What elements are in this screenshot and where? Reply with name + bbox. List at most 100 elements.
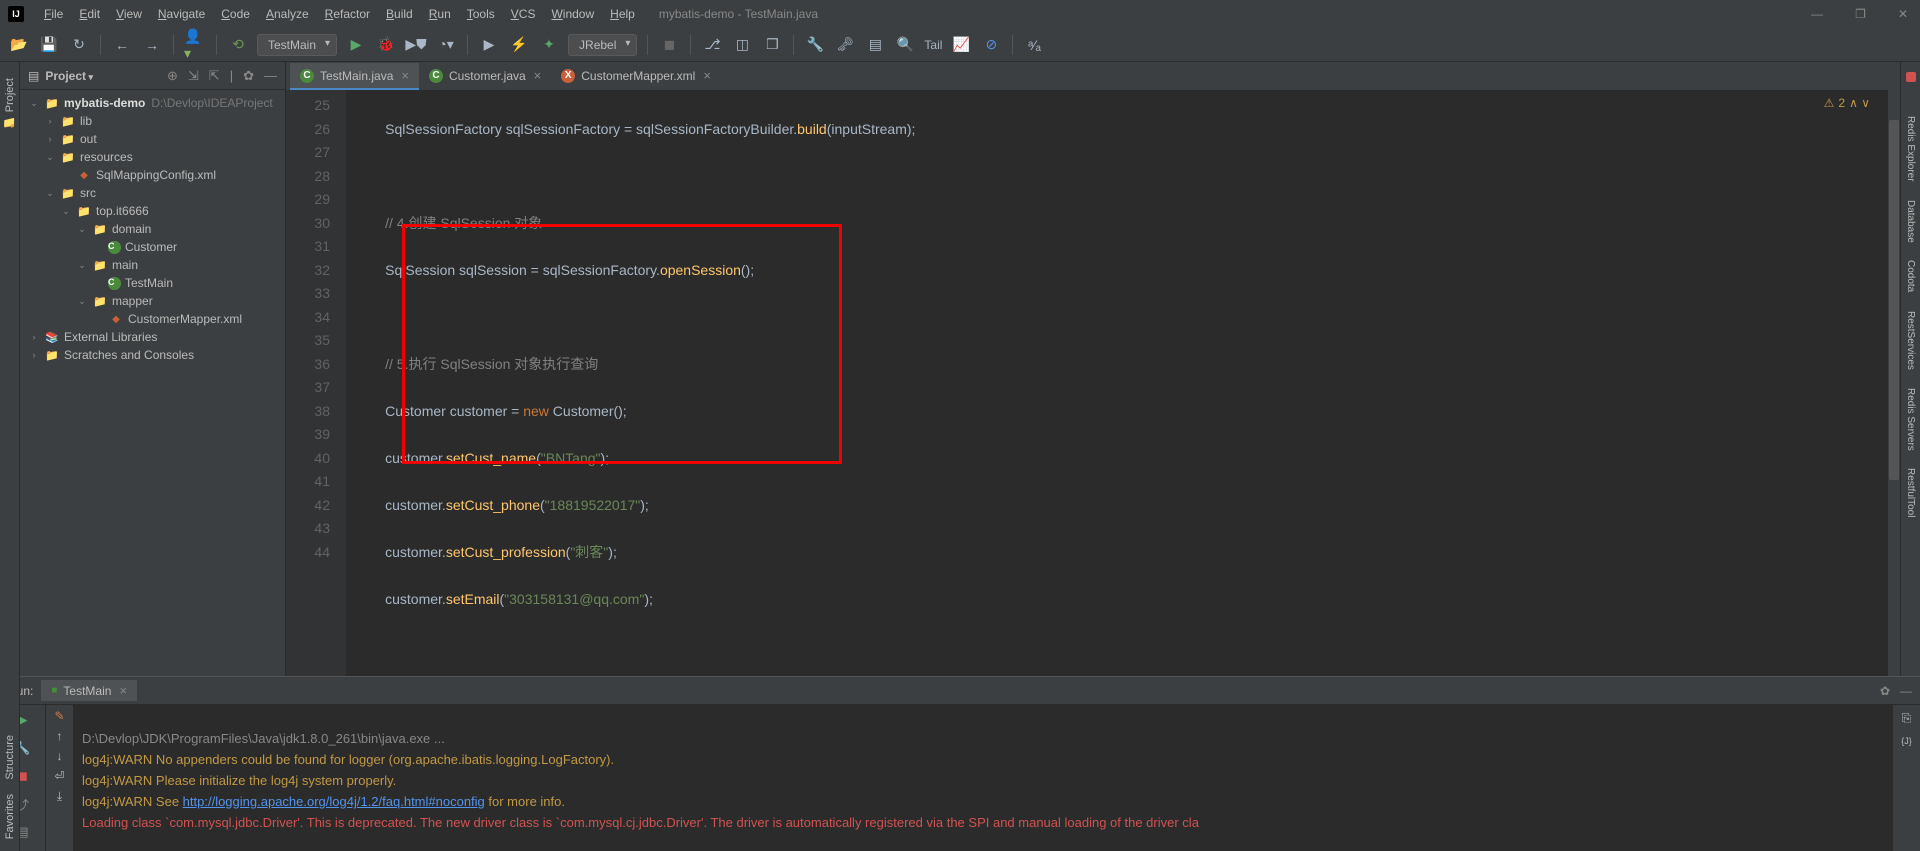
git-icon[interactable]: ⎇ — [701, 34, 723, 56]
target-icon[interactable]: ⊕ — [167, 68, 178, 84]
tree-item[interactable]: ⌄📁mybatis-demoD:\Devlop\IDEAProject — [20, 94, 285, 112]
tree-item[interactable]: ◆SqlMappingConfig.xml — [20, 166, 285, 184]
tree-item[interactable]: ›📁lib — [20, 112, 285, 130]
menu-file[interactable]: File — [36, 3, 71, 25]
tree-item[interactable]: CTestMain — [20, 274, 285, 292]
debug-icon[interactable]: 🐞 — [375, 34, 397, 56]
right-tool-redis-explorer[interactable]: Redis Explorer — [1905, 110, 1916, 188]
forward-icon[interactable]: → — [141, 34, 163, 56]
right-tool-redis-servers[interactable]: Redis Servers — [1905, 382, 1916, 457]
down-icon[interactable]: ↓ — [57, 749, 63, 763]
menu-navigate[interactable]: Navigate — [150, 3, 213, 25]
block-icon[interactable]: ⊘ — [980, 34, 1002, 56]
maximize-button[interactable]: ❐ — [1851, 7, 1870, 21]
tree-item[interactable]: ⌄📁top.it6666 — [20, 202, 285, 220]
tree-item[interactable]: ⌄📁main — [20, 256, 285, 274]
save-icon[interactable]: 💾 — [38, 34, 60, 56]
search-icon[interactable]: 🔍 — [894, 34, 916, 56]
menu-help[interactable]: Help — [602, 3, 643, 25]
menu-run[interactable]: Run — [421, 3, 459, 25]
action1-icon[interactable]: ▶ — [478, 34, 500, 56]
layers-icon[interactable]: ◫ — [731, 34, 753, 56]
edit-icon[interactable]: ✎ — [54, 709, 64, 723]
close-icon[interactable]: × — [534, 68, 542, 83]
tree-item[interactable]: ⌄📁src — [20, 184, 285, 202]
gear-icon[interactable]: ✿ — [1880, 684, 1890, 698]
stop-icon[interactable]: ◼ — [658, 34, 680, 56]
sync-icon[interactable]: ↻ — [68, 34, 90, 56]
editor-body: 2526272829303132333435363738394041424344… — [286, 90, 1900, 676]
menu-refactor[interactable]: Refactor — [317, 3, 378, 25]
close-icon[interactable]: × — [401, 68, 409, 83]
log4j-link[interactable]: http://logging.apache.org/log4j/1.2/faq.… — [183, 794, 485, 809]
console-output[interactable]: D:\Devlop\JDK\ProgramFiles\Java\jdk1.8.0… — [74, 705, 1892, 851]
wrench-icon[interactable]: 🔧 — [804, 34, 826, 56]
menu-analyze[interactable]: Analyze — [258, 3, 317, 25]
run-icon[interactable]: ▶ — [345, 34, 367, 56]
menu-window[interactable]: Window — [543, 3, 602, 25]
menu-tools[interactable]: Tools — [459, 3, 503, 25]
hammer-icon[interactable]: ⟲ — [227, 34, 249, 56]
warning-count[interactable]: 2 ∧ ∨ — [1824, 96, 1870, 110]
menu-vcs[interactable]: VCS — [503, 3, 544, 25]
editor-tab[interactable]: CTestMain.java× — [290, 63, 419, 90]
menu-edit[interactable]: Edit — [71, 3, 108, 25]
settings-icon[interactable]: ✿ — [243, 68, 254, 84]
close-icon[interactable]: × — [703, 68, 711, 83]
minimize-tool-icon[interactable]: — — [1900, 684, 1912, 698]
right-tool-restfultool[interactable]: RestfulTool — [1905, 462, 1916, 523]
editor-scrollbar[interactable] — [1888, 90, 1900, 676]
project-tree[interactable]: ⌄📁mybatis-demoD:\Devlop\IDEAProject›📁lib… — [20, 90, 285, 676]
key-icon[interactable]: 🗝 — [834, 34, 856, 56]
json-icon[interactable]: {J} — [1901, 736, 1912, 746]
tree-item[interactable]: ⌄📁resources — [20, 148, 285, 166]
run-tab[interactable]: ■ TestMain × — [41, 680, 137, 701]
right-tool-database[interactable]: Database — [1905, 194, 1916, 249]
wrap-icon[interactable]: ⏎ — [54, 769, 64, 783]
jrebel-dropdown[interactable]: JRebel — [568, 34, 637, 56]
project-tool-button[interactable]: 📁 Project — [3, 70, 16, 137]
right-tool-restservices[interactable]: RestServices — [1905, 305, 1916, 376]
editor-tab[interactable]: CCustomer.java× — [419, 63, 551, 90]
panel-title[interactable]: Project — [45, 69, 93, 83]
profile-icon[interactable]: ◔▾ — [435, 34, 457, 56]
left-tool-rail: 📁 Project — [0, 62, 20, 676]
tree-item[interactable]: ⌄📁mapper — [20, 292, 285, 310]
favorites-tool-button[interactable]: Favorites — [4, 794, 16, 839]
run-config-dropdown[interactable]: TestMain — [257, 34, 337, 56]
action3-icon[interactable]: ✦ — [538, 34, 560, 56]
code-area[interactable]: SqlSessionFactory sqlSessionFactory = sq… — [346, 90, 1890, 676]
minimize-button[interactable]: — — [1807, 7, 1827, 21]
hide-icon[interactable]: — — [264, 68, 277, 84]
tree-item[interactable]: ◆CustomerMapper.xml — [20, 310, 285, 328]
close-icon[interactable]: × — [119, 683, 127, 698]
chart-icon[interactable]: 📈 — [950, 34, 972, 56]
struct-icon[interactable]: ▤ — [864, 34, 886, 56]
translate-icon[interactable]: ᵃ⁄ₐ — [1023, 34, 1045, 56]
right-tool-codota[interactable]: Codota — [1905, 254, 1916, 298]
collapse-icon[interactable]: ⇱ — [209, 68, 220, 84]
menu-build[interactable]: Build — [378, 3, 421, 25]
tail-label[interactable]: Tail — [924, 34, 942, 56]
tree-item[interactable]: ›📁Scratches and Consoles — [20, 346, 285, 364]
up-icon[interactable]: ↑ — [57, 729, 63, 743]
tree-item[interactable]: ›📚External Libraries — [20, 328, 285, 346]
project-panel-header: ▤ Project ⊕ ⇲ ⇱ | ✿ — — [20, 62, 285, 90]
action2-icon[interactable]: ⚡ — [508, 34, 530, 56]
structure-tool-button[interactable]: Structure — [4, 735, 16, 780]
avatar-icon[interactable]: 👤▾ — [184, 34, 206, 56]
expand-icon[interactable]: ⇲ — [188, 68, 199, 84]
tree-item[interactable]: ⌄📁domain — [20, 220, 285, 238]
tree-item[interactable]: ›📁out — [20, 130, 285, 148]
close-button[interactable]: ✕ — [1894, 7, 1912, 21]
scroll-icon[interactable]: ⤓ — [57, 789, 62, 804]
menu-view[interactable]: View — [108, 3, 150, 25]
editor-tab[interactable]: XCustomerMapper.xml× — [551, 63, 721, 90]
back-icon[interactable]: ← — [111, 34, 133, 56]
open-icon[interactable]: 📂 — [8, 34, 30, 56]
copy-icon[interactable]: ⎘ — [1902, 711, 1912, 726]
coverage-icon[interactable]: ▶⛊ — [405, 34, 427, 56]
tree-item[interactable]: CCustomer — [20, 238, 285, 256]
cube-icon[interactable]: ❒ — [761, 34, 783, 56]
menu-code[interactable]: Code — [213, 3, 258, 25]
